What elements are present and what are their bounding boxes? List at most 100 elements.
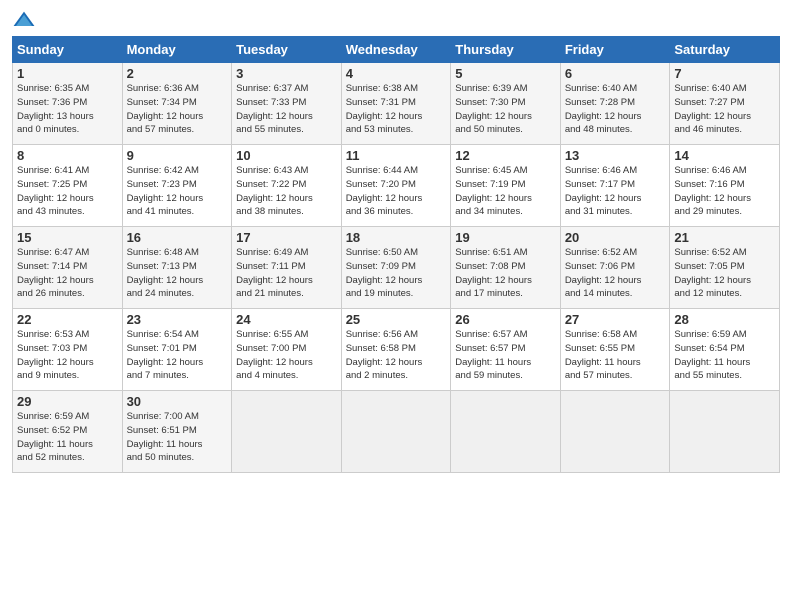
weekday-header-thursday: Thursday [451,37,561,63]
day-number: 23 [127,312,228,327]
calendar-cell: 30Sunrise: 7:00 AM Sunset: 6:51 PM Dayli… [122,391,232,473]
weekday-header-friday: Friday [560,37,670,63]
day-info: Sunrise: 6:55 AM Sunset: 7:00 PM Dayligh… [236,328,337,383]
day-info: Sunrise: 6:58 AM Sunset: 6:55 PM Dayligh… [565,328,666,383]
calendar-cell: 12Sunrise: 6:45 AM Sunset: 7:19 PM Dayli… [451,145,561,227]
calendar-cell: 4Sunrise: 6:38 AM Sunset: 7:31 PM Daylig… [341,63,451,145]
day-info: Sunrise: 6:59 AM Sunset: 6:54 PM Dayligh… [674,328,775,383]
day-number: 27 [565,312,666,327]
calendar-cell: 14Sunrise: 6:46 AM Sunset: 7:16 PM Dayli… [670,145,780,227]
day-info: Sunrise: 6:44 AM Sunset: 7:20 PM Dayligh… [346,164,447,219]
logo-icon [12,10,36,30]
day-number: 2 [127,66,228,81]
calendar-cell: 20Sunrise: 6:52 AM Sunset: 7:06 PM Dayli… [560,227,670,309]
calendar-cell: 16Sunrise: 6:48 AM Sunset: 7:13 PM Dayli… [122,227,232,309]
calendar-table: SundayMondayTuesdayWednesdayThursdayFrid… [12,36,780,473]
day-number: 18 [346,230,447,245]
header [12,10,780,30]
calendar-cell: 21Sunrise: 6:52 AM Sunset: 7:05 PM Dayli… [670,227,780,309]
calendar-week-4: 22Sunrise: 6:53 AM Sunset: 7:03 PM Dayli… [13,309,780,391]
calendar-week-5: 29Sunrise: 6:59 AM Sunset: 6:52 PM Dayli… [13,391,780,473]
day-number: 30 [127,394,228,409]
weekday-header-saturday: Saturday [670,37,780,63]
day-info: Sunrise: 6:35 AM Sunset: 7:36 PM Dayligh… [17,82,118,137]
calendar-cell: 29Sunrise: 6:59 AM Sunset: 6:52 PM Dayli… [13,391,123,473]
calendar-cell: 25Sunrise: 6:56 AM Sunset: 6:58 PM Dayli… [341,309,451,391]
day-info: Sunrise: 6:52 AM Sunset: 7:06 PM Dayligh… [565,246,666,301]
day-number: 12 [455,148,556,163]
day-number: 8 [17,148,118,163]
day-number: 5 [455,66,556,81]
day-info: Sunrise: 7:00 AM Sunset: 6:51 PM Dayligh… [127,410,228,465]
day-info: Sunrise: 6:36 AM Sunset: 7:34 PM Dayligh… [127,82,228,137]
weekday-header-monday: Monday [122,37,232,63]
day-info: Sunrise: 6:42 AM Sunset: 7:23 PM Dayligh… [127,164,228,219]
calendar-cell: 18Sunrise: 6:50 AM Sunset: 7:09 PM Dayli… [341,227,451,309]
day-number: 6 [565,66,666,81]
calendar-week-3: 15Sunrise: 6:47 AM Sunset: 7:14 PM Dayli… [13,227,780,309]
calendar-cell: 23Sunrise: 6:54 AM Sunset: 7:01 PM Dayli… [122,309,232,391]
day-info: Sunrise: 6:45 AM Sunset: 7:19 PM Dayligh… [455,164,556,219]
calendar-cell [451,391,561,473]
calendar-cell: 5Sunrise: 6:39 AM Sunset: 7:30 PM Daylig… [451,63,561,145]
day-info: Sunrise: 6:47 AM Sunset: 7:14 PM Dayligh… [17,246,118,301]
calendar-cell [232,391,342,473]
day-info: Sunrise: 6:41 AM Sunset: 7:25 PM Dayligh… [17,164,118,219]
day-number: 25 [346,312,447,327]
day-info: Sunrise: 6:56 AM Sunset: 6:58 PM Dayligh… [346,328,447,383]
day-info: Sunrise: 6:49 AM Sunset: 7:11 PM Dayligh… [236,246,337,301]
calendar-cell [670,391,780,473]
day-number: 9 [127,148,228,163]
day-info: Sunrise: 6:52 AM Sunset: 7:05 PM Dayligh… [674,246,775,301]
day-info: Sunrise: 6:50 AM Sunset: 7:09 PM Dayligh… [346,246,447,301]
calendar-week-2: 8Sunrise: 6:41 AM Sunset: 7:25 PM Daylig… [13,145,780,227]
day-info: Sunrise: 6:43 AM Sunset: 7:22 PM Dayligh… [236,164,337,219]
day-number: 14 [674,148,775,163]
day-number: 13 [565,148,666,163]
day-number: 28 [674,312,775,327]
day-number: 17 [236,230,337,245]
calendar-cell: 13Sunrise: 6:46 AM Sunset: 7:17 PM Dayli… [560,145,670,227]
calendar-cell: 28Sunrise: 6:59 AM Sunset: 6:54 PM Dayli… [670,309,780,391]
calendar-cell [560,391,670,473]
day-number: 7 [674,66,775,81]
day-number: 24 [236,312,337,327]
calendar-cell: 3Sunrise: 6:37 AM Sunset: 7:33 PM Daylig… [232,63,342,145]
day-number: 10 [236,148,337,163]
day-number: 1 [17,66,118,81]
calendar-cell: 24Sunrise: 6:55 AM Sunset: 7:00 PM Dayli… [232,309,342,391]
day-info: Sunrise: 6:46 AM Sunset: 7:16 PM Dayligh… [674,164,775,219]
day-number: 22 [17,312,118,327]
day-number: 3 [236,66,337,81]
calendar-cell: 1Sunrise: 6:35 AM Sunset: 7:36 PM Daylig… [13,63,123,145]
logo [12,10,40,30]
calendar-header: SundayMondayTuesdayWednesdayThursdayFrid… [13,37,780,63]
calendar-cell [341,391,451,473]
day-info: Sunrise: 6:38 AM Sunset: 7:31 PM Dayligh… [346,82,447,137]
calendar-cell: 10Sunrise: 6:43 AM Sunset: 7:22 PM Dayli… [232,145,342,227]
calendar-cell: 2Sunrise: 6:36 AM Sunset: 7:34 PM Daylig… [122,63,232,145]
day-number: 21 [674,230,775,245]
day-info: Sunrise: 6:39 AM Sunset: 7:30 PM Dayligh… [455,82,556,137]
weekday-header-tuesday: Tuesday [232,37,342,63]
main-container: SundayMondayTuesdayWednesdayThursdayFrid… [0,0,792,483]
calendar-cell: 8Sunrise: 6:41 AM Sunset: 7:25 PM Daylig… [13,145,123,227]
day-info: Sunrise: 6:54 AM Sunset: 7:01 PM Dayligh… [127,328,228,383]
day-number: 26 [455,312,556,327]
day-number: 15 [17,230,118,245]
day-info: Sunrise: 6:53 AM Sunset: 7:03 PM Dayligh… [17,328,118,383]
calendar-cell: 26Sunrise: 6:57 AM Sunset: 6:57 PM Dayli… [451,309,561,391]
day-info: Sunrise: 6:40 AM Sunset: 7:27 PM Dayligh… [674,82,775,137]
day-number: 29 [17,394,118,409]
day-info: Sunrise: 6:59 AM Sunset: 6:52 PM Dayligh… [17,410,118,465]
calendar-week-1: 1Sunrise: 6:35 AM Sunset: 7:36 PM Daylig… [13,63,780,145]
day-info: Sunrise: 6:48 AM Sunset: 7:13 PM Dayligh… [127,246,228,301]
day-info: Sunrise: 6:37 AM Sunset: 7:33 PM Dayligh… [236,82,337,137]
day-number: 20 [565,230,666,245]
day-info: Sunrise: 6:46 AM Sunset: 7:17 PM Dayligh… [565,164,666,219]
weekday-header-wednesday: Wednesday [341,37,451,63]
day-number: 11 [346,148,447,163]
weekday-header-sunday: Sunday [13,37,123,63]
calendar-cell: 27Sunrise: 6:58 AM Sunset: 6:55 PM Dayli… [560,309,670,391]
day-number: 16 [127,230,228,245]
